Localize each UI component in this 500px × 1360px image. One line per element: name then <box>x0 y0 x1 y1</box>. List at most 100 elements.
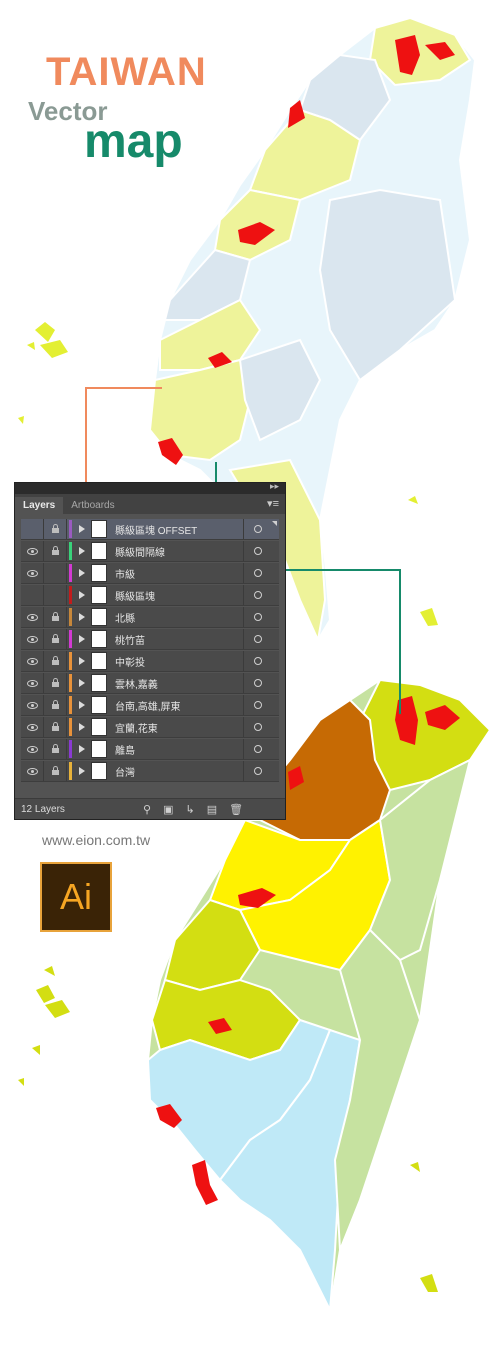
expand-arrow-icon[interactable] <box>79 679 85 687</box>
layer-name[interactable]: 市級 <box>115 566 243 581</box>
expand-arrow-icon[interactable] <box>79 745 85 753</box>
tab-layers[interactable]: Layers <box>15 497 64 514</box>
lock-toggle[interactable] <box>44 673 67 693</box>
layer-thumbnail <box>91 696 107 714</box>
layer-thumbnail <box>91 520 107 538</box>
expand-arrow-icon[interactable] <box>79 767 85 775</box>
lock-toggle[interactable] <box>44 739 67 759</box>
visibility-toggle[interactable] <box>21 717 44 737</box>
expand-arrow-icon[interactable] <box>79 613 85 621</box>
layer-row[interactable]: 北縣 <box>21 607 279 628</box>
layers-panel: ▸▸ Layers Artboards ▾≡ 縣級區塊 OFFSET 縣級間隔線市… <box>14 481 286 820</box>
target-circle-icon[interactable] <box>254 613 262 621</box>
layer-name[interactable]: 台南,高雄,屏東 <box>115 698 243 713</box>
expand-arrow-icon[interactable] <box>79 547 85 555</box>
layer-row[interactable]: 縣級區塊 OFFSET <box>21 519 279 540</box>
expand-arrow-icon[interactable] <box>79 723 85 731</box>
target-circle-icon[interactable] <box>254 525 262 533</box>
expand-arrow-icon[interactable] <box>79 525 85 533</box>
visibility-toggle[interactable] <box>21 541 44 561</box>
lock-toggle[interactable] <box>44 717 67 737</box>
new-sublayer-icon[interactable]: ↳ <box>185 803 194 816</box>
visibility-toggle[interactable] <box>21 739 44 759</box>
eye-icon <box>26 745 38 753</box>
layer-row[interactable]: 宜蘭,花東 <box>21 717 279 738</box>
row-separator <box>243 519 244 539</box>
visibility-toggle[interactable] <box>21 563 44 583</box>
target-circle-icon[interactable] <box>254 591 262 599</box>
target-circle-icon[interactable] <box>254 679 262 687</box>
layer-row[interactable]: 雲林,嘉義 <box>21 673 279 694</box>
row-separator <box>243 761 244 781</box>
layer-color-swatch <box>69 718 72 736</box>
visibility-toggle[interactable] <box>21 629 44 649</box>
layer-name[interactable]: 縣級區塊 <box>115 588 243 603</box>
row-separator <box>243 629 244 649</box>
layer-name[interactable]: 雲林,嘉義 <box>115 676 243 691</box>
visibility-toggle[interactable] <box>21 673 44 693</box>
expand-arrow-icon[interactable] <box>79 635 85 643</box>
layer-row[interactable]: 台灣 <box>21 761 279 782</box>
layer-row[interactable]: 台南,高雄,屏東 <box>21 695 279 716</box>
selected-indicator-icon <box>272 521 277 526</box>
layer-name[interactable]: 中彰投 <box>115 654 243 669</box>
lock-toggle[interactable] <box>44 651 67 671</box>
lock-toggle[interactable] <box>44 607 67 627</box>
target-circle-icon[interactable] <box>254 701 262 709</box>
collapse-icon[interactable]: ▸▸ <box>270 481 279 492</box>
lock-icon <box>51 612 59 621</box>
expand-arrow-icon[interactable] <box>79 657 85 665</box>
lock-toggle[interactable] <box>44 761 67 781</box>
lock-icon <box>51 700 59 709</box>
visibility-toggle[interactable] <box>21 761 44 781</box>
lock-icon <box>51 634 59 643</box>
delete-layer-icon[interactable]: 🗑 <box>229 803 243 816</box>
target-circle-icon[interactable] <box>254 767 262 775</box>
eye-icon <box>26 569 38 577</box>
visibility-toggle[interactable] <box>21 607 44 627</box>
visibility-toggle[interactable] <box>21 519 44 539</box>
target-circle-icon[interactable] <box>254 635 262 643</box>
lock-toggle[interactable] <box>44 563 67 583</box>
target-circle-icon[interactable] <box>254 657 262 665</box>
layer-color-swatch <box>69 608 72 626</box>
layer-row[interactable]: 縣級區塊 <box>21 585 279 606</box>
lock-toggle[interactable] <box>44 519 67 539</box>
lock-icon <box>51 546 59 555</box>
visibility-toggle[interactable] <box>21 695 44 715</box>
visibility-toggle[interactable] <box>21 651 44 671</box>
locate-object-icon[interactable]: ⚲ <box>143 803 151 816</box>
layer-row[interactable]: 桃竹苗 <box>21 629 279 650</box>
layer-name[interactable]: 宜蘭,花東 <box>115 720 243 735</box>
lock-toggle[interactable] <box>44 629 67 649</box>
layer-row[interactable]: 離島 <box>21 739 279 760</box>
expand-arrow-icon[interactable] <box>79 701 85 709</box>
target-circle-icon[interactable] <box>254 745 262 753</box>
target-circle-icon[interactable] <box>254 723 262 731</box>
visibility-toggle[interactable] <box>21 585 44 605</box>
lock-toggle[interactable] <box>44 541 67 561</box>
layer-name[interactable]: 北縣 <box>115 610 243 625</box>
layer-name[interactable]: 台灣 <box>115 764 243 779</box>
layer-row[interactable]: 中彰投 <box>21 651 279 672</box>
layer-row[interactable]: 市級 <box>21 563 279 584</box>
lock-toggle[interactable] <box>44 695 67 715</box>
target-circle-icon[interactable] <box>254 569 262 577</box>
layer-row[interactable]: 縣級間隔線 <box>21 541 279 562</box>
lock-toggle[interactable] <box>44 585 67 605</box>
expand-arrow-icon[interactable] <box>79 569 85 577</box>
layer-name[interactable]: 縣級區塊 OFFSET <box>115 522 243 537</box>
layer-name[interactable]: 縣級間隔線 <box>115 544 243 559</box>
panel-menu-icon[interactable]: ▾≡ <box>267 497 279 510</box>
clipping-mask-icon[interactable]: ▣ <box>163 803 173 816</box>
layer-name[interactable]: 桃竹苗 <box>115 632 243 647</box>
panel-titlebar[interactable]: ▸▸ <box>15 481 285 494</box>
expand-arrow-icon[interactable] <box>79 591 85 599</box>
layer-thumbnail <box>91 718 107 736</box>
tab-artboards[interactable]: Artboards <box>63 497 122 514</box>
row-separator <box>243 585 244 605</box>
row-separator <box>243 563 244 583</box>
new-layer-icon[interactable]: ▤ <box>207 803 217 816</box>
target-circle-icon[interactable] <box>254 547 262 555</box>
layer-name[interactable]: 離島 <box>115 742 243 757</box>
